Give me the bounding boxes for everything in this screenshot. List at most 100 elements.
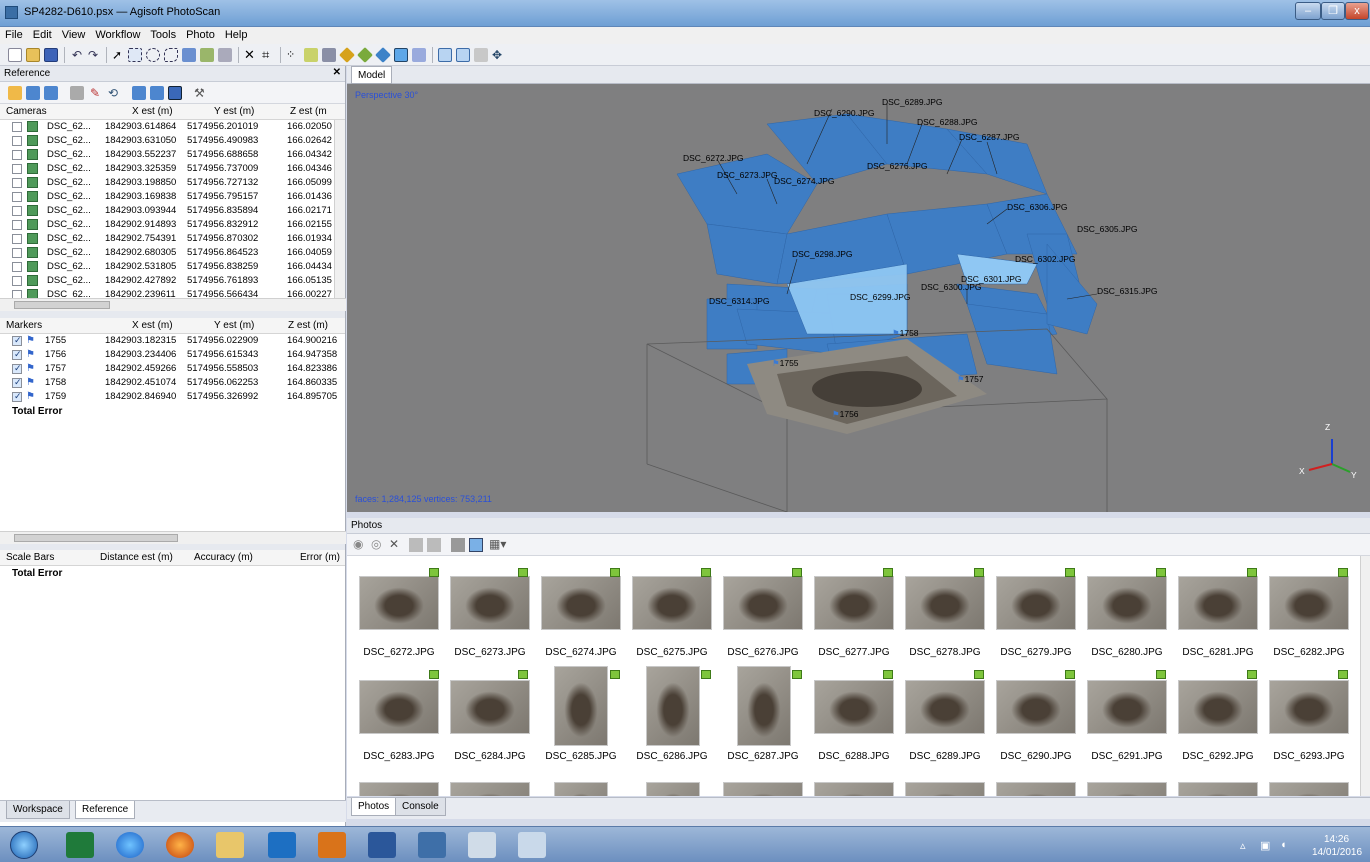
- internet-explorer-icon[interactable]: [116, 832, 144, 858]
- point-cloud-icon[interactable]: ⁘: [286, 48, 300, 62]
- illustrator-icon[interactable]: [318, 832, 346, 858]
- maximize-button[interactable]: ❐: [1321, 2, 1345, 20]
- file-explorer-icon[interactable]: [216, 832, 244, 858]
- show-cameras-icon[interactable]: [438, 48, 452, 62]
- camera-checkbox[interactable]: [12, 192, 22, 202]
- photo-thumbnail[interactable]: [450, 782, 530, 796]
- table-row[interactable]: DSC_62... 1842903.198850 5174956.727132 166…: [0, 176, 345, 190]
- col-x-est[interactable]: X est (m): [132, 320, 173, 331]
- col-accuracy[interactable]: Accuracy (m): [194, 552, 253, 563]
- start-button[interactable]: [10, 831, 38, 859]
- camera-checkbox[interactable]: [12, 122, 22, 132]
- table-row[interactable]: ⚑17571842902.4592665174956.558503164.823…: [0, 362, 345, 376]
- camera-checkbox[interactable]: [12, 220, 22, 230]
- reference-close-icon[interactable]: ✕: [333, 67, 341, 78]
- photo-thumbnail[interactable]: [814, 680, 894, 734]
- table-row[interactable]: DSC_62... 1842903.093944 5174956.835894 166…: [0, 204, 345, 218]
- photo-thumbnail[interactable]: [359, 680, 439, 734]
- camera-checkbox[interactable]: [12, 248, 22, 258]
- camera-checkbox[interactable]: [12, 276, 22, 286]
- rectangle-select-icon[interactable]: [128, 48, 142, 62]
- marker-checkbox[interactable]: [12, 335, 22, 346]
- navigation-icon[interactable]: ✥: [492, 48, 506, 62]
- photo-thumbnail[interactable]: [723, 782, 803, 796]
- table-row[interactable]: DSC_62... 1842903.325359 5174956.737009 166…: [0, 162, 345, 176]
- col-distance-est[interactable]: Distance est (m): [100, 552, 173, 563]
- paint-icon[interactable]: [518, 832, 546, 858]
- camera-checkbox[interactable]: [12, 234, 22, 244]
- photo-thumbnail[interactable]: [737, 666, 791, 746]
- photo-thumbnail[interactable]: [450, 680, 530, 734]
- redo-icon[interactable]: ↷: [88, 48, 102, 62]
- dense-cloud-icon[interactable]: [304, 48, 318, 62]
- word-icon[interactable]: [368, 832, 396, 858]
- camera-checkbox[interactable]: [12, 150, 22, 160]
- table-row[interactable]: DSC_62... 1842903.631050 5174956.490983 166…: [0, 134, 345, 148]
- photo-thumbnail[interactable]: [814, 782, 894, 796]
- cameras-vertical-scrollbar[interactable]: [334, 120, 345, 298]
- photo-thumbnail[interactable]: [632, 576, 712, 630]
- model-viewport[interactable]: Perspective 30° DSC_6290.JPG DSC_6289.JP…: [347, 84, 1370, 512]
- marker-1756[interactable]: ⚑1756: [832, 409, 859, 420]
- rotate-left-icon[interactable]: [409, 538, 423, 552]
- rotate-right-icon[interactable]: [427, 538, 441, 552]
- table-row[interactable]: ⚑17591842902.8469405174956.326992164.895…: [0, 390, 345, 404]
- photos-vertical-scrollbar[interactable]: [1360, 556, 1370, 796]
- show-markers-icon[interactable]: [456, 48, 470, 62]
- tray-expand-icon[interactable]: ▵: [1240, 839, 1246, 852]
- col-scale-bars[interactable]: Scale Bars: [6, 552, 54, 563]
- photo-thumbnail[interactable]: [996, 782, 1076, 796]
- tab-photos[interactable]: Photos: [351, 798, 397, 816]
- excel-icon[interactable]: [66, 832, 94, 858]
- photo-thumbnail[interactable]: [450, 576, 530, 630]
- table-row[interactable]: ⚑17561842903.2344065174956.615343164.947…: [0, 348, 345, 362]
- menu-help[interactable]: Help: [220, 27, 253, 41]
- photo-thumbnail[interactable]: [1178, 782, 1258, 796]
- tab-console[interactable]: Console: [395, 798, 446, 816]
- minimize-button[interactable]: –: [1295, 2, 1321, 20]
- photo-thumbnail[interactable]: [554, 782, 608, 796]
- menu-photo[interactable]: Photo: [181, 27, 220, 41]
- settings-icon[interactable]: ⚒: [194, 86, 208, 100]
- scroll-thumb[interactable]: [14, 534, 178, 542]
- tab-workspace[interactable]: Workspace: [6, 801, 70, 819]
- photo-thumbnail[interactable]: [996, 680, 1076, 734]
- photo-thumbnail[interactable]: [1178, 576, 1258, 630]
- photo-thumbnail[interactable]: [996, 576, 1076, 630]
- remove-camera-icon[interactable]: ✕: [389, 537, 399, 551]
- photo-thumbnail[interactable]: [905, 576, 985, 630]
- photo-thumbnail[interactable]: [1269, 576, 1349, 630]
- new-file-icon[interactable]: [8, 48, 22, 62]
- markers-horizontal-scrollbar[interactable]: [0, 531, 346, 544]
- show-images-icon[interactable]: [469, 538, 483, 552]
- photo-thumbnail[interactable]: [359, 576, 439, 630]
- col-markers[interactable]: Markers: [6, 320, 42, 331]
- table-row[interactable]: DSC_62... 1842902.754391 5174956.870302 166…: [0, 232, 345, 246]
- table-row[interactable]: DSC_62... 1842902.680305 5174956.864523 166…: [0, 246, 345, 260]
- photo-thumbnail[interactable]: [814, 576, 894, 630]
- tiled-model-icon[interactable]: [394, 48, 408, 62]
- scroll-thumb[interactable]: [14, 301, 110, 309]
- network-icon[interactable]: ▣: [1260, 839, 1270, 852]
- col-y-est[interactable]: Y est (m): [214, 320, 254, 331]
- solid-icon[interactable]: [339, 47, 355, 63]
- col-z-est[interactable]: Z est (m: [290, 106, 327, 117]
- col-y-est[interactable]: Y est (m): [214, 106, 254, 117]
- free-select-icon[interactable]: [164, 48, 178, 62]
- photo-thumbnail[interactable]: [1269, 680, 1349, 734]
- tab-model[interactable]: Model: [351, 66, 393, 84]
- table-row[interactable]: ⚑17581842902.4510745174956.062253164.860…: [0, 376, 345, 390]
- disable-camera-icon[interactable]: ◉: [353, 537, 363, 551]
- photo-thumbnail[interactable]: [1269, 782, 1349, 796]
- marker-checkbox[interactable]: [12, 363, 22, 374]
- show-region-icon[interactable]: [474, 48, 488, 62]
- camera-checkbox[interactable]: [12, 164, 22, 174]
- move-icon[interactable]: [200, 48, 214, 62]
- scale-icon[interactable]: [218, 48, 232, 62]
- table-row[interactable]: DSC_62... 1842903.552237 5174956.688658 166…: [0, 148, 345, 162]
- camera-checkbox[interactable]: [12, 206, 22, 216]
- menu-view[interactable]: View: [57, 27, 91, 41]
- enable-camera-icon[interactable]: ◎: [371, 537, 381, 551]
- rotate-icon[interactable]: [182, 48, 196, 62]
- photo-thumbnail[interactable]: [1178, 680, 1258, 734]
